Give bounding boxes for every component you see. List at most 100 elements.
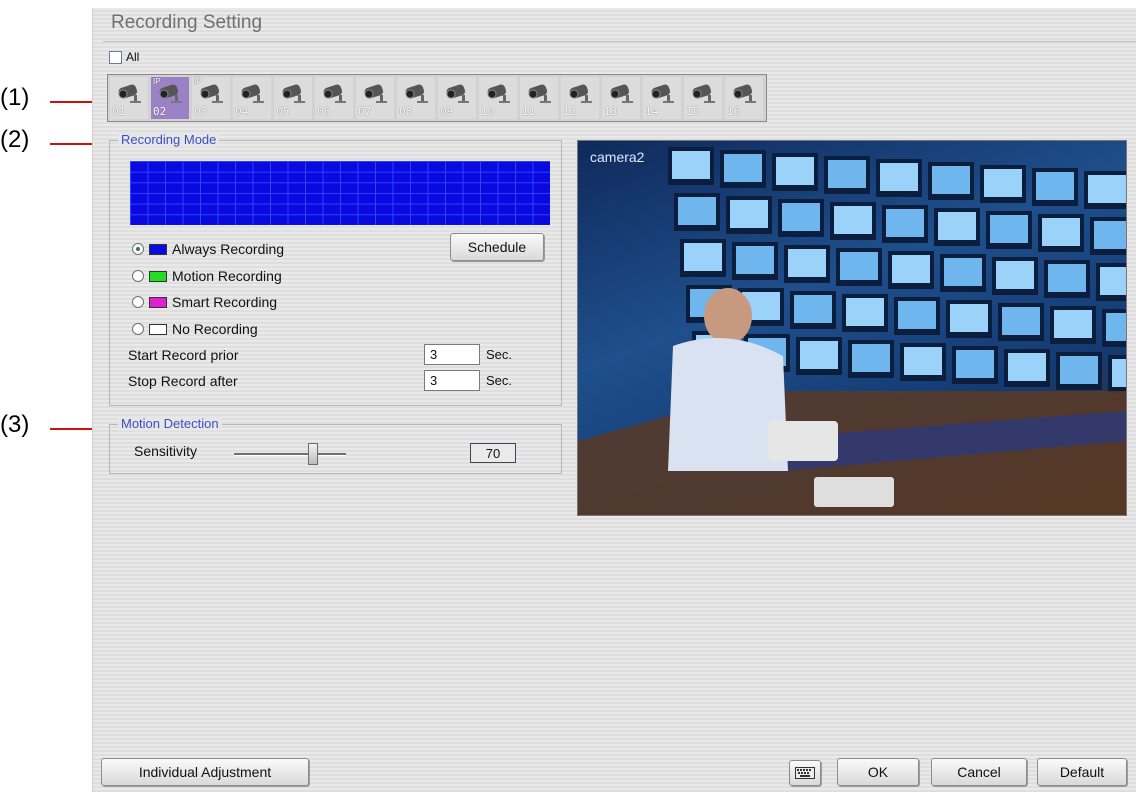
start-record-prior-input[interactable]: 3 — [424, 344, 480, 365]
camera-14-button[interactable]: 14 — [643, 77, 681, 119]
camera-ip-tag: IP — [194, 77, 202, 86]
recording-mode-legend: Recording Mode — [118, 132, 220, 147]
motion-detection-group: Motion Detection Sensitivity 70 — [109, 416, 562, 474]
camera-10-button[interactable]: 10 — [479, 77, 517, 119]
cctv-camera-icon — [446, 84, 469, 103]
cctv-camera-icon — [569, 84, 592, 103]
camera-selector-strip: 01 IP 02 IP 03 04 05 06 07 08 09 10 11 12 13 14 15 16 — [107, 74, 767, 122]
camera-09-button[interactable]: 09 — [438, 77, 476, 119]
camera-12-button[interactable]: 12 — [561, 77, 599, 119]
cctv-camera-icon — [323, 84, 346, 103]
camera-number: 12 — [563, 105, 577, 118]
cctv-camera-icon — [487, 84, 510, 103]
motion-detection-legend: Motion Detection — [118, 416, 222, 431]
camera-number: 04 — [235, 105, 249, 118]
cctv-camera-icon — [651, 84, 674, 103]
recording-setting-panel: Recording Setting All 01 IP 02 IP 03 04 05 06 07… — [92, 8, 1136, 792]
camera-number: 11 — [522, 105, 536, 118]
surveillance-room-image — [578, 147, 1126, 515]
camera-number: 15 — [686, 105, 700, 118]
camera-number: 01 — [112, 105, 126, 118]
stop-record-after-input[interactable]: 3 — [424, 370, 480, 391]
no-recording-swatch — [149, 323, 167, 335]
camera-number: 14 — [645, 105, 659, 118]
camera-name-overlay: camera2 — [590, 149, 645, 165]
camera-number: 05 — [276, 105, 290, 118]
cctv-camera-icon — [118, 84, 141, 103]
option-smart-recording[interactable]: Smart Recording — [132, 294, 277, 310]
ok-button[interactable]: OK — [837, 758, 919, 786]
cctv-camera-icon — [528, 84, 551, 103]
camera-preview: camera2 — [577, 140, 1127, 516]
option-motion-recording[interactable]: Motion Recording — [132, 268, 282, 284]
option-always-recording[interactable]: Always Recording — [132, 241, 284, 257]
camera-05-button[interactable]: 05 — [274, 77, 312, 119]
camera-03-button[interactable]: IP 03 — [192, 77, 230, 119]
camera-11-button[interactable]: 11 — [520, 77, 558, 119]
camera-number: 07 — [358, 105, 372, 118]
always-recording-label: Always Recording — [172, 241, 285, 257]
camera-number: 03 — [194, 105, 208, 118]
individual-adjustment-button[interactable]: Individual Adjustment — [101, 758, 309, 786]
camera-number: 08 — [399, 105, 413, 118]
camera-15-button[interactable]: 15 — [684, 77, 722, 119]
camera-number: 06 — [317, 105, 331, 118]
camera-13-button[interactable]: 13 — [602, 77, 640, 119]
recording-mode-group: Recording Mode Schedule Always Recording… — [109, 132, 562, 406]
cctv-camera-icon — [241, 84, 264, 103]
sensitivity-slider-track[interactable] — [234, 453, 346, 456]
all-cameras-toggle[interactable]: All — [109, 50, 139, 64]
camera-06-button[interactable]: 06 — [315, 77, 353, 119]
camera-number: 16 — [727, 105, 741, 118]
camera-01-button[interactable]: 01 — [110, 77, 148, 119]
camera-04-button[interactable]: 04 — [233, 77, 271, 119]
always-recording-radio[interactable] — [132, 243, 144, 255]
title-divider — [103, 41, 1136, 42]
motion-recording-radio[interactable] — [132, 270, 144, 282]
camera-16-button[interactable]: 16 — [725, 77, 763, 119]
cctv-camera-icon — [733, 84, 756, 103]
camera-ip-tag: IP — [153, 77, 161, 86]
no-recording-radio[interactable] — [132, 323, 144, 335]
stop-record-after-label: Stop Record after — [128, 373, 238, 389]
schedule-grid[interactable] — [130, 161, 550, 225]
motion-recording-swatch — [149, 270, 167, 282]
camera-08-button[interactable]: 08 — [397, 77, 435, 119]
camera-07-button[interactable]: 07 — [356, 77, 394, 119]
sensitivity-label: Sensitivity — [134, 443, 198, 459]
option-no-recording[interactable]: No Recording — [132, 321, 258, 337]
camera-02-button[interactable]: IP 02 — [151, 77, 189, 119]
cctv-camera-icon — [282, 84, 305, 103]
no-recording-label: No Recording — [172, 321, 258, 337]
smart-recording-radio[interactable] — [132, 296, 144, 308]
cctv-camera-icon — [200, 84, 223, 103]
cctv-camera-icon — [159, 84, 182, 103]
stop-record-after-unit: Sec. — [486, 373, 513, 388]
schedule-button[interactable]: Schedule — [450, 233, 544, 261]
cancel-button[interactable]: Cancel — [931, 758, 1027, 786]
default-button[interactable]: Default — [1037, 758, 1127, 786]
cctv-camera-icon — [405, 84, 428, 103]
callout-1: (1) — [0, 84, 30, 111]
cctv-camera-icon — [610, 84, 633, 103]
camera-number: 09 — [440, 105, 454, 118]
camera-number: 10 — [481, 105, 495, 118]
callout-3: (3) — [0, 411, 30, 438]
camera-number: 02 — [153, 105, 167, 118]
keyboard-button[interactable] — [789, 760, 821, 786]
page-title: Recording Setting — [111, 12, 263, 33]
motion-recording-label: Motion Recording — [172, 268, 282, 284]
keyboard-icon — [795, 767, 815, 779]
sensitivity-slider-thumb[interactable] — [308, 443, 319, 465]
smart-recording-label: Smart Recording — [172, 294, 278, 310]
smart-recording-swatch — [149, 296, 167, 308]
callout-2: (2) — [0, 126, 30, 153]
all-checkbox-label: All — [126, 50, 140, 64]
all-checkbox[interactable] — [109, 50, 122, 64]
start-record-prior-label: Start Record prior — [128, 347, 239, 363]
start-record-prior-unit: Sec. — [486, 347, 513, 362]
camera-number: 13 — [604, 105, 618, 118]
cctv-camera-icon — [692, 84, 715, 103]
always-recording-swatch — [149, 243, 167, 255]
cctv-camera-icon — [364, 84, 387, 103]
